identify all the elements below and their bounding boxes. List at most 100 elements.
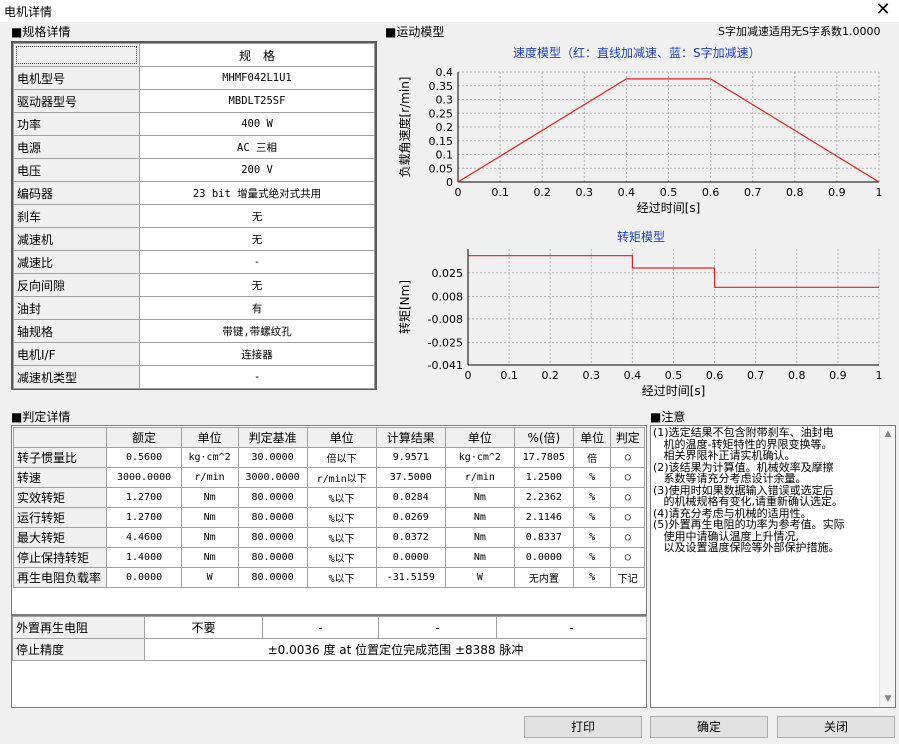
notes-box[interactable]: (1)选定结果不包含附带刹车、油封电 机的温度-转矩特性的界限变换等。 相关界限… [650, 425, 896, 708]
spec-row-label: 编码器 [13, 181, 140, 205]
close-button[interactable]: 关闭 [777, 716, 895, 738]
s-curve-note: S字加减速适用无S字系数1.0000 [718, 25, 881, 38]
judge-cell: 2.1146 [513, 507, 574, 528]
spec-section-label: ■规格详情 [11, 25, 71, 39]
judge-cell: ○ [610, 467, 645, 488]
x-tick-label: 0.6 [702, 186, 720, 199]
spec-row-value: 23 bit 增量式绝对式共用 [139, 181, 375, 205]
judge-cell: %以下 [306, 507, 377, 528]
spec-row-label: 减速机类型 [13, 365, 140, 389]
spec-row: 电机I/F 连接器 [13, 342, 375, 366]
judge-cell: 9.9571 [375, 447, 446, 468]
spec-row-label: 轴规格 [13, 319, 140, 343]
judge-cell: ○ [610, 547, 645, 568]
y-tick-label: 0.35 [429, 80, 454, 93]
x-tick-label: 0.9 [828, 186, 846, 199]
x-tick-label: 0.7 [744, 186, 762, 199]
judge-row-label: 转子惯量比 [12, 447, 108, 468]
spec-table: 规格 电机型号 MHMF042L1U1 驱动器型号 MBDLT25SF 功率 400 W电… [11, 41, 377, 390]
x-tick-label: 0.4 [618, 186, 636, 199]
torque-chart: 0 0.1 0.2 0.3 0.4 0.5 0.6 0.7 0.8 0.9 1 0.025 0.008 -… [397, 249, 883, 398]
spec-row-label: 油封 [13, 296, 140, 320]
spec-row: 功率 400 W [13, 112, 375, 136]
judge-row: 转子惯量比 0.5600 kg·cm^2 30.0000 倍以下 9.9571 kg·cm^… [12, 447, 645, 468]
y-tick-label: 0.05 [429, 162, 454, 175]
spec-row-label: 减速机 [13, 227, 140, 251]
regen-value: - [496, 616, 647, 639]
series-line [457, 78, 880, 183]
judge-column-header: 判定 [610, 427, 645, 448]
judge-cell: 17.7805 [513, 447, 574, 468]
judge-cell: ○ [610, 527, 645, 548]
judge-cell: 下记 [610, 567, 645, 588]
judge-cell: 0.0372 [375, 527, 446, 548]
x-tick-label: 1 [876, 369, 883, 382]
spec-row: 刹车无 [13, 204, 375, 228]
x-tick-label: 0.8 [786, 186, 804, 199]
spec-row-value: 200 V [139, 158, 375, 182]
x-tick-label: 0.9 [829, 369, 847, 382]
scroll-up-icon[interactable]: ▲ [880, 426, 896, 442]
judge-cell: 2.2362 [513, 487, 574, 508]
x-tick-label: 0.1 [491, 186, 509, 199]
scroll-down-icon[interactable]: ▼ [880, 691, 896, 707]
judge-row-label: 实效转矩 [12, 487, 108, 508]
title-bar: 电机详情 ✕ [0, 0, 899, 22]
notes-section-label: ■注意 [650, 410, 686, 424]
judge-cell: -31.5159 [375, 567, 446, 588]
judge-cell: 0.0000 [513, 547, 574, 568]
x-tick-label: 0.8 [788, 369, 806, 382]
spec-header-row: 规格 [13, 43, 375, 67]
stop-accuracy-label: 停止精度 [12, 638, 145, 661]
judge-cell: 1.2700 [106, 507, 182, 528]
judge-cell: Nm [180, 547, 239, 568]
ok-button[interactable]: 确定 [650, 716, 768, 738]
spec-corner-cell[interactable] [13, 43, 140, 67]
judge-cell: ○ [610, 507, 645, 528]
judge-cell: 4.4600 [106, 527, 182, 548]
x-tick-label: 1 [876, 186, 883, 199]
y-tick-label: 0.1 [436, 149, 454, 162]
judge-cell: W [180, 567, 239, 588]
judge-row-label: 转速 [12, 467, 108, 488]
y-tick-label: 0.008 [432, 291, 464, 304]
judge-cell: % [572, 467, 612, 488]
spec-row-label: 电机I/F [13, 342, 140, 366]
spec-row: 电机型号 MHMF042L1U1 [13, 66, 375, 90]
judge-cell: 80.0000 [237, 507, 308, 528]
judge-row-label: 运行转矩 [12, 507, 108, 528]
y-tick-label: 0.025 [432, 267, 464, 280]
judge-row: 转速 3000.0000 r/min 3000.0000 r/min以下 37.5000 r… [12, 467, 645, 488]
spec-row: 编码器 23 bit 增量式绝对式共用 [13, 181, 375, 205]
y-tick-label: 0.3 [436, 94, 454, 107]
judge-column-header: 单位 [572, 427, 612, 448]
stop-accuracy-row: 停止精度 ±0.0036 度 at 位置定位完成范围 ±8388 脉冲 [12, 638, 647, 661]
close-icon[interactable]: ✕ [873, 0, 893, 20]
judge-cell: %以下 [306, 527, 377, 548]
judge-column-header: 单位 [306, 427, 377, 448]
x-tick-label: 0.3 [576, 186, 594, 199]
judge-row: 停止保持转矩 1.4000 Nm 80.0000 %以下 0.0000 Nm 0.0000% ○ [12, 547, 645, 568]
note-line: 相关界限补正请实机确认。 [653, 449, 796, 462]
judge-cell: 37.5000 [375, 467, 446, 488]
x-tick-label: 0 [455, 186, 462, 199]
x-tick-label: 0.6 [706, 369, 724, 382]
judge-table: 额定 单位 判定基准 单位 计算结果 单位 %(倍) 单位 判定 转子惯量比 0.5600 kg·cm… [11, 425, 647, 615]
judge-cell: %以下 [306, 567, 377, 588]
judge-cell: %以下 [306, 547, 377, 568]
regen-value: - [262, 616, 379, 639]
spec-row-label: 反向间隙 [13, 273, 140, 297]
print-button[interactable]: 打印 [524, 716, 642, 738]
spec-row-value: AC 三相 [139, 135, 375, 159]
notes-scrollbar[interactable]: ▲ ▼ [879, 426, 895, 707]
spec-row-value: 400 W [139, 112, 375, 136]
spec-row-value: - [139, 250, 375, 274]
judge-cell: 30.0000 [237, 447, 308, 468]
judge-cell: 无内置 [513, 567, 574, 588]
judge-column-header: 单位 [444, 427, 515, 448]
judge-column-header: %(倍) [513, 427, 574, 448]
spec-row-value: MBDLT25SF [139, 89, 375, 113]
spec-row: 电压 200 V [13, 158, 375, 182]
stop-accuracy-value: ±0.0036 度 at 位置定位完成范围 ±8388 脉冲 [144, 638, 647, 661]
y-tick-label: 0.15 [429, 135, 454, 148]
